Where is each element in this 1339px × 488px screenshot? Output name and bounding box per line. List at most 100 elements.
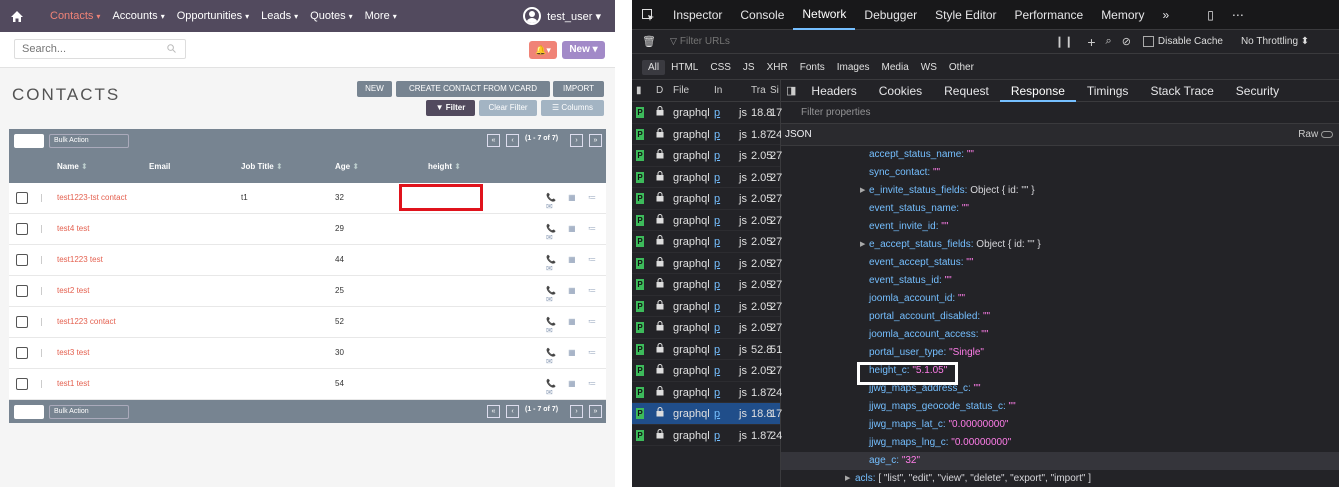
row-checkbox[interactable] <box>16 285 28 297</box>
search-input[interactable] <box>14 39 186 59</box>
request-initiator[interactable]: p <box>714 322 720 334</box>
json-line[interactable]: portal_user_type: "Single" <box>781 344 1339 362</box>
json-line[interactable]: portal_account_disabled: "" <box>781 308 1339 326</box>
pause-icon[interactable]: ❙❙ <box>1055 35 1073 48</box>
alerts-button[interactable]: 🔔▾ <box>529 41 557 59</box>
menu-icon[interactable]: ⋯ <box>1223 0 1253 30</box>
json-line[interactable]: event_accept_status: "" <box>781 254 1339 272</box>
request-row[interactable]: P graphql p js 1.87 24 <box>632 425 782 446</box>
json-section-header[interactable]: JSON Raw <box>781 124 1339 146</box>
detail-tab-response[interactable]: Response <box>999 80 1076 102</box>
request-row[interactable]: P graphql p js 2.05 27 <box>632 231 782 253</box>
request-row[interactable]: P graphql p js 2.05 27 <box>632 167 782 188</box>
request-row[interactable]: P graphql p js 2.05 27 <box>632 360 782 382</box>
request-initiator[interactable]: p <box>714 430 720 442</box>
filter-properties-input[interactable]: Filter properties <box>781 102 1339 124</box>
tab-network[interactable]: Network <box>793 0 856 30</box>
request-initiator[interactable]: p <box>714 172 720 184</box>
type-filter-other[interactable]: Other <box>943 60 980 75</box>
detail-tab-stack-trace[interactable]: Stack Trace <box>1139 80 1224 102</box>
request-row[interactable]: P graphql p js 2.05 27 <box>632 253 782 274</box>
disable-cache-checkbox[interactable] <box>1142 36 1154 47</box>
request-row[interactable]: P graphql p js 2.05 27 <box>632 274 782 296</box>
more-tabs-icon[interactable]: » <box>1154 0 1179 30</box>
prev-page-button[interactable]: ‹ <box>506 405 519 418</box>
tab-debugger[interactable]: Debugger <box>855 0 926 30</box>
raw-toggle[interactable]: Raw <box>1298 124 1333 146</box>
request-initiator[interactable]: p <box>714 150 720 162</box>
expand-arrow-icon[interactable]: ▶ <box>845 470 850 488</box>
json-line[interactable]: jjwg_maps_lat_c: "0.00000000" <box>781 416 1339 434</box>
contact-name-link[interactable]: test4 test <box>57 224 89 233</box>
nav-opportunities[interactable]: Opportunities ▾ <box>171 0 255 33</box>
contact-name-link[interactable]: test1223-tst contact <box>57 193 127 202</box>
json-line[interactable]: joomla_account_id: "" <box>781 290 1339 308</box>
contact-name-link[interactable]: test1 test <box>57 379 89 388</box>
nav-more[interactable]: More ▾ <box>359 0 403 33</box>
create-from-vcard-button[interactable]: CREATE CONTACT FROM VCARD <box>396 81 550 97</box>
detail-tab-request[interactable]: Request <box>933 80 1000 102</box>
sidebar-toggle-icon[interactable]: ◨ <box>786 84 796 97</box>
request-initiator[interactable]: p <box>714 107 720 119</box>
row-action-icons[interactable]: 📞 ▦ ≔ ✉ <box>546 286 606 304</box>
import-button[interactable]: IMPORT <box>553 81 604 97</box>
nav-accounts[interactable]: Accounts ▾ <box>106 0 170 33</box>
row-checkbox[interactable] <box>16 316 28 328</box>
json-line[interactable]: ▶ e_invite_status_fields: Object { id: ""… <box>781 182 1339 200</box>
request-initiator[interactable]: p <box>714 236 720 248</box>
tab-inspector[interactable]: Inspector <box>664 0 731 30</box>
request-initiator[interactable]: p <box>714 344 720 356</box>
tab-console[interactable]: Console <box>731 0 793 30</box>
request-initiator[interactable]: p <box>714 279 720 291</box>
col-email[interactable]: Email <box>149 162 170 171</box>
row-checkbox[interactable] <box>16 254 28 266</box>
type-filter-html[interactable]: HTML <box>665 60 704 75</box>
request-initiator[interactable]: p <box>714 387 720 399</box>
col-height[interactable]: height ⬍ <box>428 162 461 171</box>
bulk-action-dropdown-bottom[interactable]: Bulk Action <box>49 405 129 419</box>
request-row[interactable]: P graphql p js 2.05 27 <box>632 145 782 167</box>
add-icon[interactable]: + <box>1087 34 1095 50</box>
next-page-button[interactable]: › <box>570 405 583 418</box>
request-initiator[interactable]: p <box>714 129 720 141</box>
request-row[interactable]: P graphql p js 1.87 24 <box>632 382 782 403</box>
request-row[interactable]: P graphql p js 18.8 17 <box>632 403 782 425</box>
col-name[interactable]: Name ⬍ <box>57 162 88 171</box>
block-icon[interactable]: ⊘ <box>1122 35 1131 48</box>
first-page-button[interactable]: « <box>487 405 500 418</box>
request-row[interactable]: P graphql p js 2.05 27 <box>632 317 782 339</box>
type-filter-all[interactable]: All <box>642 59 666 75</box>
json-line[interactable]: event_invite_id: "" <box>781 218 1339 236</box>
row-action-icons[interactable]: 📞 ▦ ≔ ✉ <box>546 317 606 335</box>
nav-quotes[interactable]: Quotes ▾ <box>304 0 358 33</box>
json-line[interactable]: ▶ e_accept_status_fields: Object { id: ""… <box>781 236 1339 254</box>
json-line[interactable]: joomla_account_access: "" <box>781 326 1339 344</box>
tab-performance[interactable]: Performance <box>1005 0 1092 30</box>
request-row[interactable]: P graphql p js 18.8 17 <box>632 102 782 124</box>
json-line[interactable]: jjwg_maps_geocode_status_c: "" <box>781 398 1339 416</box>
contact-name-link[interactable]: test1223 test <box>57 255 103 264</box>
contact-name-link[interactable]: test3 test <box>57 348 89 357</box>
type-filter-fonts[interactable]: Fonts <box>794 60 831 75</box>
home-icon[interactable] <box>0 0 34 32</box>
row-action-icons[interactable]: 📞 ▦ ≔ ✉ <box>546 224 606 242</box>
throttling-select[interactable]: No Throttling ⬍ <box>1241 36 1309 47</box>
col-age[interactable]: Age ⬍ <box>335 162 359 171</box>
tab-style-editor[interactable]: Style Editor <box>926 0 1005 30</box>
json-line[interactable]: event_status_id: "" <box>781 272 1339 290</box>
contact-name-link[interactable]: test1223 contact <box>57 317 116 326</box>
detail-tab-security[interactable]: Security <box>1225 80 1290 102</box>
request-initiator[interactable]: p <box>714 193 720 205</box>
first-page-button[interactable]: « <box>487 134 500 147</box>
row-action-icons[interactable]: 📞 ▦ ≔ ✉ <box>546 255 606 273</box>
last-page-button[interactable]: » <box>589 405 602 418</box>
request-row[interactable]: P graphql p js 2.05 27 <box>632 210 782 231</box>
detail-tab-headers[interactable]: Headers <box>800 80 867 102</box>
new-contact-button[interactable]: NEW <box>357 81 392 97</box>
type-filter-ws[interactable]: WS <box>915 60 943 75</box>
request-initiator[interactable]: p <box>714 408 720 420</box>
trash-icon[interactable]: 🗑 <box>642 35 656 48</box>
type-filter-css[interactable]: CSS <box>704 60 737 75</box>
contact-name-link[interactable]: test2 test <box>57 286 89 295</box>
next-page-button[interactable]: › <box>570 134 583 147</box>
